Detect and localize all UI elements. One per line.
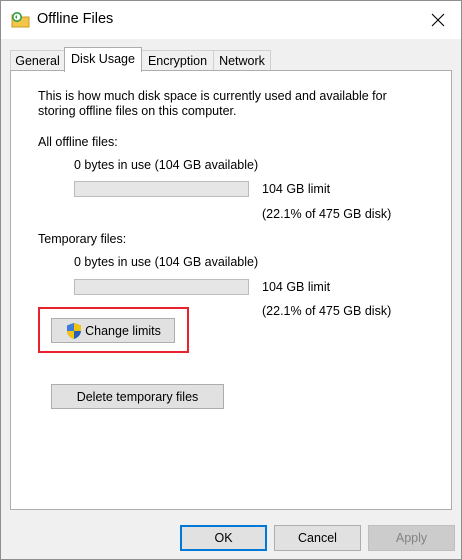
temporary-usage-bar: [74, 279, 249, 295]
delete-temporary-files-button[interactable]: Delete temporary files: [51, 384, 224, 409]
temporary-files-heading: Temporary files:: [38, 232, 127, 246]
all-offline-usage-bar: [74, 181, 249, 197]
offline-files-icon: [11, 11, 31, 29]
apply-button[interactable]: Apply: [368, 525, 455, 551]
ok-label: OK: [214, 531, 233, 545]
temporary-limit-text: 104 GB limit: [262, 280, 331, 294]
disk-usage-panel: This is how much disk space is currently…: [10, 70, 452, 510]
ok-button[interactable]: OK: [180, 525, 267, 551]
all-offline-files-heading: All offline files:: [38, 135, 118, 149]
tab-network-label: Network: [219, 54, 265, 68]
apply-label: Apply: [395, 531, 428, 545]
description-line-2: storing offline files on this computer.: [38, 104, 237, 118]
all-offline-percent-text: (22.1% of 475 GB disk): [262, 207, 392, 221]
close-button[interactable]: [415, 1, 461, 39]
tab-general[interactable]: General: [10, 50, 65, 71]
tab-general-label: General: [15, 54, 60, 68]
title-bar: Offline Files: [1, 1, 461, 39]
all-offline-limit-text: 104 GB limit: [262, 182, 331, 196]
change-limits-button[interactable]: Change limits: [51, 318, 175, 343]
description-line-1: This is how much disk space is currently…: [38, 89, 387, 103]
all-offline-usage-text: 0 bytes in use (104 GB available): [74, 158, 259, 172]
delete-temporary-files-label: Delete temporary files: [76, 389, 199, 404]
tab-disk-usage[interactable]: Disk Usage: [64, 47, 142, 72]
temporary-usage-text: 0 bytes in use (104 GB available): [74, 255, 259, 269]
window-title: Offline Files: [37, 11, 114, 27]
temporary-percent-text: (22.1% of 475 GB disk): [262, 304, 392, 318]
uac-shield-icon: [67, 322, 82, 339]
change-limits-label: Change limits: [85, 323, 161, 338]
cancel-button[interactable]: Cancel: [274, 525, 361, 551]
tab-encryption[interactable]: Encryption: [141, 50, 214, 71]
tab-encryption-label: Encryption: [147, 54, 208, 68]
offline-files-dialog: Offline Files General Disk Usage Encrypt…: [0, 0, 462, 560]
tab-disk-usage-label: Disk Usage: [71, 52, 135, 66]
close-icon: [431, 13, 445, 27]
cancel-label: Cancel: [298, 531, 337, 545]
tab-network[interactable]: Network: [213, 50, 271, 71]
